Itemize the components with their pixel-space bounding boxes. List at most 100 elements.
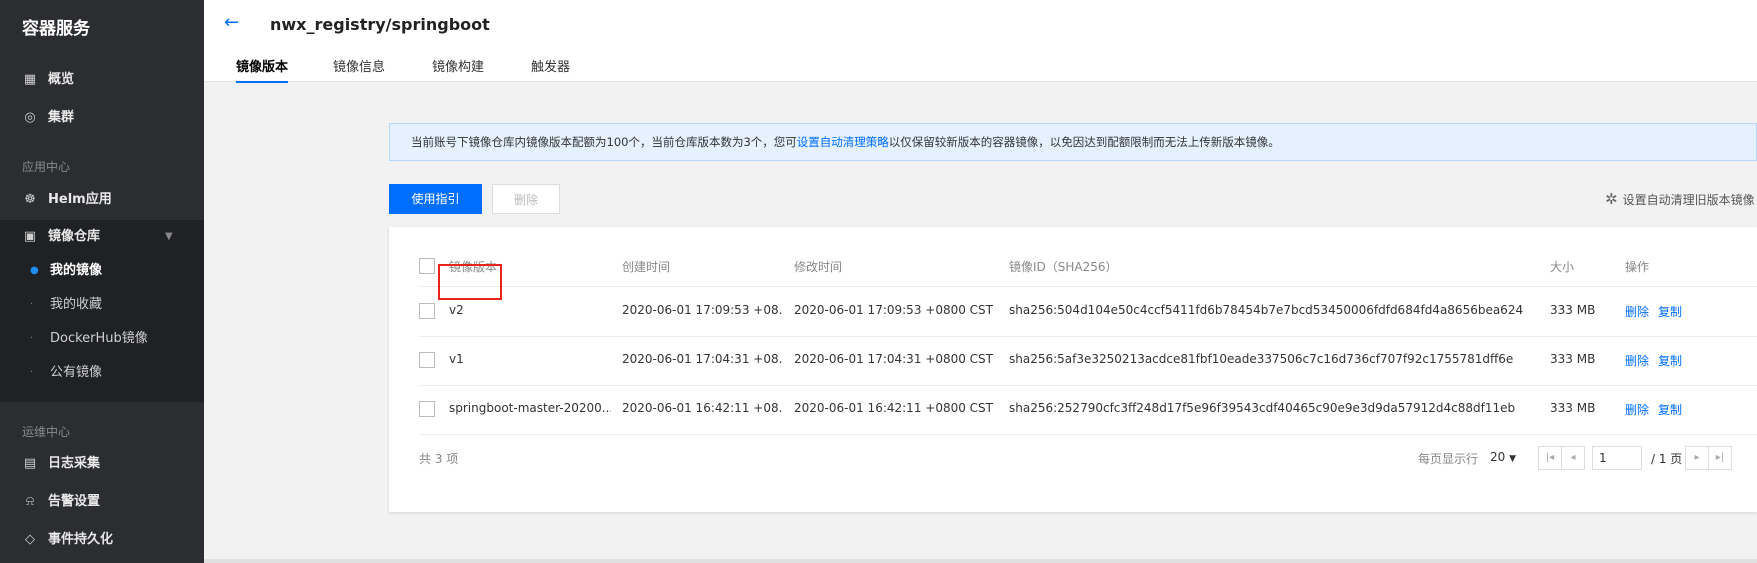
bullet-icon: · — [30, 367, 34, 378]
sidebar-item-label: 我的收藏 — [50, 297, 103, 312]
row-size: 333 MB — [1550, 401, 1596, 415]
sidebar-item-label: 告警设置 — [48, 494, 101, 509]
sidebar-item-public-images[interactable]: · 公有镜像 — [0, 356, 204, 402]
page-title: nwx_registry/springboot — [270, 15, 490, 34]
column-header-created: 创建时间 — [622, 260, 671, 274]
first-page-button[interactable]: |◂ — [1538, 446, 1562, 470]
sidebar-item-label: Helm应用 — [48, 192, 112, 207]
next-page-button[interactable]: ▸ — [1685, 446, 1709, 470]
row-version: v1 — [449, 352, 464, 366]
row-created: 2020-06-01 17:09:53 +08... — [622, 303, 782, 317]
row-delete-link[interactable]: 删除 — [1625, 352, 1649, 369]
last-page-icon: ▸| — [1715, 452, 1725, 463]
row-checkbox[interactable] — [419, 352, 435, 368]
back-arrow-icon[interactable]: ← — [224, 12, 239, 33]
calendar-icon: ▤ — [23, 456, 37, 471]
prev-page-icon: ◂ — [1570, 452, 1576, 463]
sidebar-item-label: 公有镜像 — [50, 365, 103, 380]
row-delete-link[interactable]: 删除 — [1625, 303, 1649, 320]
page-number-input[interactable]: 1 — [1592, 446, 1642, 470]
chevron-down-icon: ▼ — [165, 231, 173, 242]
divider — [419, 385, 1757, 386]
sidebar-item-label: 事件持久化 — [48, 532, 114, 547]
tab-trigger[interactable]: 触发器 — [531, 56, 570, 81]
sidebar-item-label: 集群 — [48, 110, 75, 125]
row-modified: 2020-06-01 17:04:31 +0800 CST — [794, 352, 993, 366]
tab-image-versions[interactable]: 镜像版本 — [236, 56, 289, 83]
row-image-id: sha256:504d104e50c4ccf5411fd6b78454b7e7b… — [1009, 303, 1524, 317]
bottom-edge — [204, 559, 1757, 563]
column-header-actions: 操作 — [1625, 260, 1650, 274]
sidebar: 容器服务 ▦ 概览 ◎ 集群 应用中心 ☸ Helm应用 ▣ 镜像仓库 ▼ ● … — [0, 0, 204, 563]
row-delete-link[interactable]: 删除 — [1625, 401, 1649, 418]
highlight-box — [438, 264, 502, 300]
divider — [419, 336, 1757, 337]
last-page-button[interactable]: ▸| — [1708, 446, 1732, 470]
row-checkbox[interactable] — [419, 401, 435, 417]
sidebar-item-favorites[interactable]: · 我的收藏 — [0, 288, 204, 322]
page-header: ← nwx_registry/springboot 镜像版本 镜像信息 镜像构建… — [204, 0, 1757, 83]
bullet-icon: · — [30, 333, 34, 344]
first-page-icon: |◂ — [1545, 452, 1555, 463]
next-page-icon: ▸ — [1694, 452, 1700, 463]
prev-page-button[interactable]: ◂ — [1561, 446, 1585, 470]
sidebar-group-app: 应用中心 — [22, 160, 71, 174]
divider — [419, 286, 1757, 287]
sidebar-item-log[interactable]: ▤ 日志采集 — [0, 447, 204, 481]
column-header-id: 镜像ID（SHA256） — [1009, 260, 1118, 274]
row-image-id: sha256:5af3e3250213acdce81fbf10eade33750… — [1009, 352, 1514, 366]
row-version: v2 — [449, 303, 464, 317]
sidebar-item-label: 日志采集 — [48, 456, 101, 471]
column-header-size: 大小 — [1550, 260, 1575, 274]
sidebar-item-my-images[interactable]: ● 我的镜像 — [0, 254, 204, 288]
row-checkbox[interactable] — [419, 303, 435, 319]
guide-button[interactable]: 使用指引 — [389, 184, 482, 214]
sidebar-item-cluster[interactable]: ◎ 集群 — [0, 101, 204, 135]
sidebar-item-label: 我的镜像 — [50, 263, 103, 278]
row-modified: 2020-06-01 17:09:53 +0800 CST — [794, 303, 993, 317]
bullet-icon: · — [30, 299, 34, 310]
row-copy-link[interactable]: 复制 — [1658, 303, 1682, 320]
registry-icon: ▣ — [23, 229, 37, 244]
sidebar-item-registry[interactable]: ▣ 镜像仓库 ▼ — [0, 220, 204, 254]
row-created: 2020-06-01 17:04:31 +08... — [622, 352, 782, 366]
gear-icon: ✲ — [1605, 190, 1618, 208]
total-count: 共 3 项 — [419, 452, 459, 466]
row-copy-link[interactable]: 复制 — [1658, 401, 1682, 418]
bullet-icon: ● — [30, 265, 39, 276]
row-image-id: sha256:252790cfc3ff248d17f5e96f39543cdf4… — [1009, 401, 1516, 415]
sidebar-item-overview[interactable]: ▦ 概览 — [0, 63, 204, 97]
notice-text-before: 当前账号下镜像仓库内镜像版本配额为100个，当前仓库版本数为3个，您可 — [411, 135, 797, 149]
sidebar-item-label: 镜像仓库 — [48, 229, 101, 244]
row-size: 333 MB — [1550, 303, 1596, 317]
sidebar-item-alarm[interactable]: ⍾ 告警设置 — [0, 485, 204, 519]
sidebar-item-helm[interactable]: ☸ Helm应用 — [0, 183, 204, 217]
sidebar-title: 容器服务 — [22, 19, 90, 39]
tab-image-info[interactable]: 镜像信息 — [333, 56, 385, 81]
quota-notice: 当前账号下镜像仓库内镜像版本配额为100个，当前仓库版本数为3个，您可设置自动清… — [389, 123, 1757, 161]
select-all-checkbox[interactable] — [419, 258, 435, 274]
layers-icon: ◇ — [25, 532, 35, 547]
sidebar-item-dockerhub[interactable]: · DockerHub镜像 — [0, 322, 204, 356]
caret-down-icon: ▼ — [1509, 454, 1517, 464]
cluster-icon: ◎ — [24, 110, 36, 125]
page-size-value: 20 — [1490, 450, 1506, 464]
row-modified: 2020-06-01 16:42:11 +0800 CST — [794, 401, 993, 415]
sidebar-item-label: 概览 — [48, 72, 75, 87]
sidebar-item-event[interactable]: ◇ 事件持久化 — [0, 523, 204, 557]
auto-clean-label: 设置自动清理旧版本镜像 — [1622, 193, 1755, 207]
page-size-select[interactable]: 20 ▼ — [1490, 450, 1516, 464]
page-total: / 1 页 — [1651, 452, 1683, 466]
alarm-icon: ⍾ — [25, 494, 35, 509]
delete-button[interactable]: 删除 — [492, 184, 560, 214]
row-version: springboot-master-20200... — [449, 401, 611, 415]
tab-image-build[interactable]: 镜像构建 — [432, 56, 484, 81]
column-header-modified: 修改时间 — [794, 260, 843, 274]
row-created: 2020-06-01 16:42:11 +08... — [622, 401, 782, 415]
divider — [419, 434, 1757, 435]
auto-clean-policy-link[interactable]: 设置自动清理策略 — [797, 135, 889, 149]
image-version-table: 镜像版本 创建时间 修改时间 镜像ID（SHA256） 大小 操作 v2 202… — [389, 227, 1757, 512]
row-copy-link[interactable]: 复制 — [1658, 352, 1682, 369]
auto-clean-button[interactable]: ✲ 设置自动清理旧版本镜像 — [1605, 184, 1755, 214]
sidebar-item-label: DockerHub镜像 — [50, 331, 148, 346]
